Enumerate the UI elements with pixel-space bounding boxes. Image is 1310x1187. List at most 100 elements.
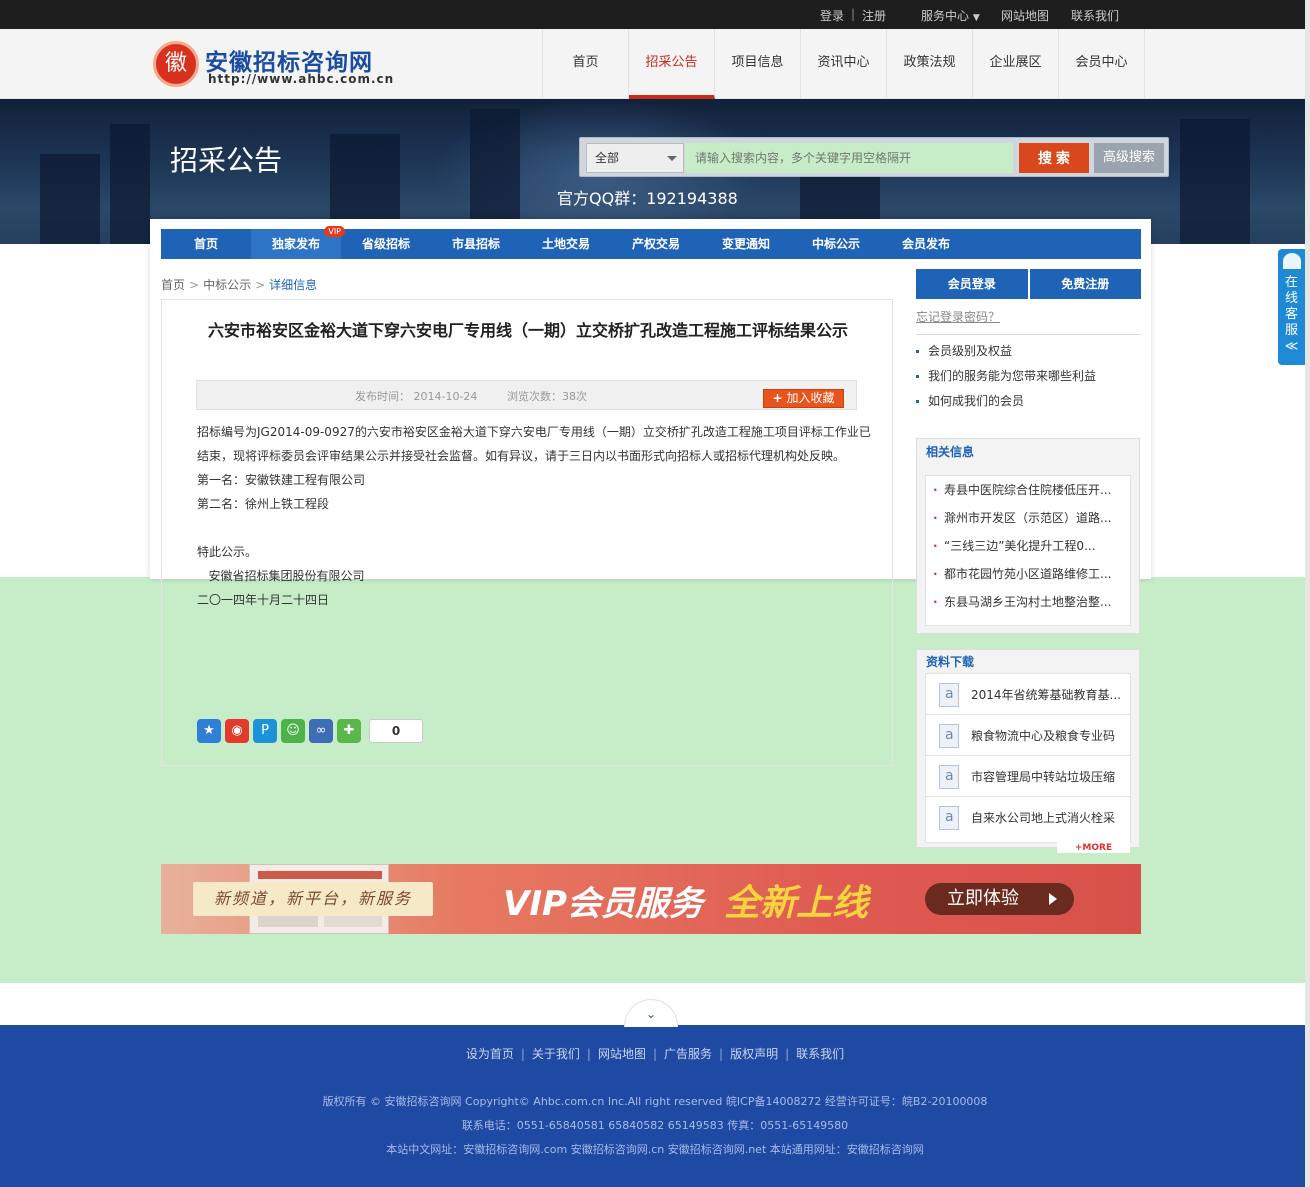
main-nav-member[interactable]: 会员中心 <box>1059 29 1145 99</box>
download-item[interactable]: 粮食物流中心及粮食专业码 <box>926 715 1130 756</box>
member-login-button[interactable]: 会员登录 <box>916 269 1028 299</box>
people-icon <box>1282 253 1301 269</box>
forgot-password-link[interactable]: 忘记登录密码？ <box>916 308 1000 325</box>
related-item[interactable]: 东县马湖乡王沟村土地整治整... <box>932 588 1124 616</box>
service-center-label: 服务中心 <box>921 9 970 23</box>
downloads-list: 2014年省统筹基础教育基... 粮食物流中心及粮食专业码 市容管理局中转站垃圾… <box>925 673 1131 843</box>
download-item[interactable]: 自来水公司地上式消火栓采 <box>926 797 1130 838</box>
download-item-title: 粮食物流中心及粮食专业码 <box>971 729 1116 743</box>
banner-building <box>110 124 150 244</box>
page-scrollbar[interactable] <box>1305 0 1310 1187</box>
wechat-icon[interactable]: ☺ <box>281 719 305 743</box>
sub-nav-home[interactable]: 首页 <box>161 229 251 259</box>
sub-nav-change-notice[interactable]: 变更通知 <box>701 229 791 259</box>
member-link[interactable]: 会员级别及权益 <box>916 342 1141 367</box>
topbar-divider: | <box>851 7 856 21</box>
more-downloads-link[interactable]: +MORE <box>1057 842 1130 853</box>
download-item-title: 市容管理局中转站垃圾压缩 <box>971 770 1116 784</box>
article-paragraph: 安徽省招标集团股份有限公司 <box>197 569 365 583</box>
renren-icon[interactable]: ∞ <box>309 719 333 743</box>
add-favorite-button[interactable]: + 加入收藏 <box>763 389 844 408</box>
breadcrumb-section[interactable]: 中标公示 <box>203 278 251 292</box>
download-item-title: 自来水公司地上式消火栓采 <box>971 811 1116 825</box>
chevron-down-icon: ▼ <box>972 13 980 23</box>
article-paragraph: 特此公示。 <box>197 545 258 559</box>
sub-nav-county[interactable]: 市县招标 <box>431 229 521 259</box>
contact-phone-line: 联系电话：0551-65840581 65840582 65149583 传真：… <box>461 1119 849 1132</box>
login-link[interactable]: 登录 <box>820 7 844 24</box>
member-link[interactable]: 我们的服务能为您带来哪些利益 <box>916 367 1141 392</box>
footer-link-sitemap[interactable]: 网站地图 <box>598 1047 646 1061</box>
main-nav-news[interactable]: 资讯中心 <box>801 29 887 99</box>
main-nav-procurement[interactable]: 招采公告 <box>629 29 715 99</box>
article-paragraph: 第二名：徐州上铁工程段 <box>197 497 330 511</box>
plus-icon: + <box>772 391 783 405</box>
related-item[interactable]: 滁州市开发区（示范区）道路... <box>932 504 1124 532</box>
related-item[interactable]: 寿县中医院综合住院楼低压开... <box>932 476 1124 504</box>
footer-link-homepage[interactable]: 设为首页 <box>466 1047 514 1061</box>
footer-copyright: 版权所有 © 安徽招标咨询网 Copyright© Ahbc.com.cn In… <box>0 1090 1310 1162</box>
footer-link-copyright[interactable]: 版权声明 <box>730 1047 778 1061</box>
scroll-down-icon[interactable]: ⌄ <box>624 999 678 1027</box>
sub-nav-award-notice[interactable]: 中标公示 <box>791 229 881 259</box>
article-title: 六安市裕安区金裕大道下穿六安电厂专用线（一期）立交桥扩孔改造工程施工评标结果公示 <box>207 321 848 340</box>
search-input[interactable] <box>685 143 1013 173</box>
sub-nav-exclusive-label: 独家发布 <box>271 237 320 251</box>
main-nav-projects[interactable]: 项目信息 <box>715 29 801 99</box>
star-favorite-icon[interactable]: ★ <box>197 719 221 743</box>
search-scope-select[interactable]: 全部 <box>586 143 684 173</box>
article-meta-bar: 发布时间： 2014-10-24 浏览次数：38次 + 加入收藏 <box>196 380 857 410</box>
footer-link-about[interactable]: 关于我们 <box>532 1047 580 1061</box>
service-center-menu[interactable]: 服务中心 ▼ <box>921 7 980 24</box>
top-utility-bar: 登录 | 注册 服务中心 ▼ 网站地图 联系我们 <box>0 0 1310 29</box>
related-item[interactable]: 都市花园竹苑小区道路维修工... <box>932 560 1124 588</box>
download-item[interactable]: 市容管理局中转站垃圾压缩 <box>926 756 1130 797</box>
site-logo[interactable]: 徽 安徽招标咨询网 http://www.ahbc.com.cn <box>153 41 393 91</box>
logo-url: http://www.ahbc.com.cn <box>208 72 395 86</box>
qzone-icon[interactable]: P <box>253 719 277 743</box>
more-share-icon[interactable]: ✚ <box>337 719 361 743</box>
sub-nav-land[interactable]: 土地交易 <box>521 229 611 259</box>
breadcrumb-separator: > <box>189 278 200 292</box>
document-icon <box>939 724 959 748</box>
advanced-search-button[interactable]: 高级搜索 <box>1094 143 1164 173</box>
contact-link[interactable]: 联系我们 <box>1071 7 1119 24</box>
document-icon <box>939 765 959 789</box>
sitemap-link[interactable]: 网站地图 <box>1001 7 1049 24</box>
footer-link-ads[interactable]: 广告服务 <box>664 1047 712 1061</box>
search-bar: 全部 搜 索 高级搜索 <box>579 137 1169 177</box>
article-paragraph <box>197 516 860 540</box>
downloads-panel: 资料下载 2014年省统筹基础教育基... 粮食物流中心及粮食专业码 市容管理局… <box>916 649 1140 848</box>
banner-building <box>1180 119 1250 244</box>
sub-nav-property[interactable]: 产权交易 <box>611 229 701 259</box>
related-item[interactable]: “三线三边”美化提升工程0... <box>932 532 1124 560</box>
main-nav-enterprise[interactable]: 企业展区 <box>973 29 1059 99</box>
sub-nav-exclusive[interactable]: 独家发布 VIP <box>251 226 345 259</box>
main-nav-policy[interactable]: 政策法规 <box>887 29 973 99</box>
footer-link-contact[interactable]: 联系我们 <box>796 1047 844 1061</box>
page-title: 招采公告 <box>170 144 283 177</box>
register-link[interactable]: 注册 <box>862 7 886 24</box>
breadcrumb-current: 详细信息 <box>269 278 318 292</box>
member-link[interactable]: 如何成我们的会员 <box>916 392 1141 417</box>
banner-building <box>40 154 100 244</box>
main-nav: 首页 招采公告 项目信息 资讯中心 政策法规 企业展区 会员中心 <box>542 29 1145 99</box>
download-item[interactable]: 2014年省统筹基础教育基... <box>926 674 1130 715</box>
article-paragraph: 招标编号为JG2014-09-0927的六安市裕安区金裕大道下穿六安电厂专用线（… <box>197 425 871 439</box>
online-service-tab[interactable]: 在线客服 ≪ <box>1278 249 1305 365</box>
divider <box>916 334 1141 335</box>
main-nav-home[interactable]: 首页 <box>543 29 629 99</box>
free-register-button[interactable]: 免费注册 <box>1029 269 1141 299</box>
logo-seal-icon: 徽 <box>153 41 199 87</box>
play-arrow-icon <box>1049 893 1057 905</box>
vip-promo-banner[interactable]: 新频道，新平台，新服务 VIP会员服务 全新上线 立即体验 <box>161 864 1141 934</box>
sub-nav-provincial[interactable]: 省级招标 <box>341 229 431 259</box>
breadcrumb-home[interactable]: 首页 <box>161 278 185 292</box>
weibo-icon[interactable]: ◉ <box>225 719 249 743</box>
site-header: 徽 安徽招标咨询网 http://www.ahbc.com.cn 首页 招采公告… <box>0 29 1310 99</box>
search-button[interactable]: 搜 索 <box>1019 143 1089 173</box>
breadcrumb-separator: > <box>255 278 266 292</box>
sub-nav-member-publish[interactable]: 会员发布 <box>881 229 971 259</box>
try-now-button[interactable]: 立即体验 <box>925 883 1074 915</box>
search-scope-value: 全部 <box>595 151 620 165</box>
